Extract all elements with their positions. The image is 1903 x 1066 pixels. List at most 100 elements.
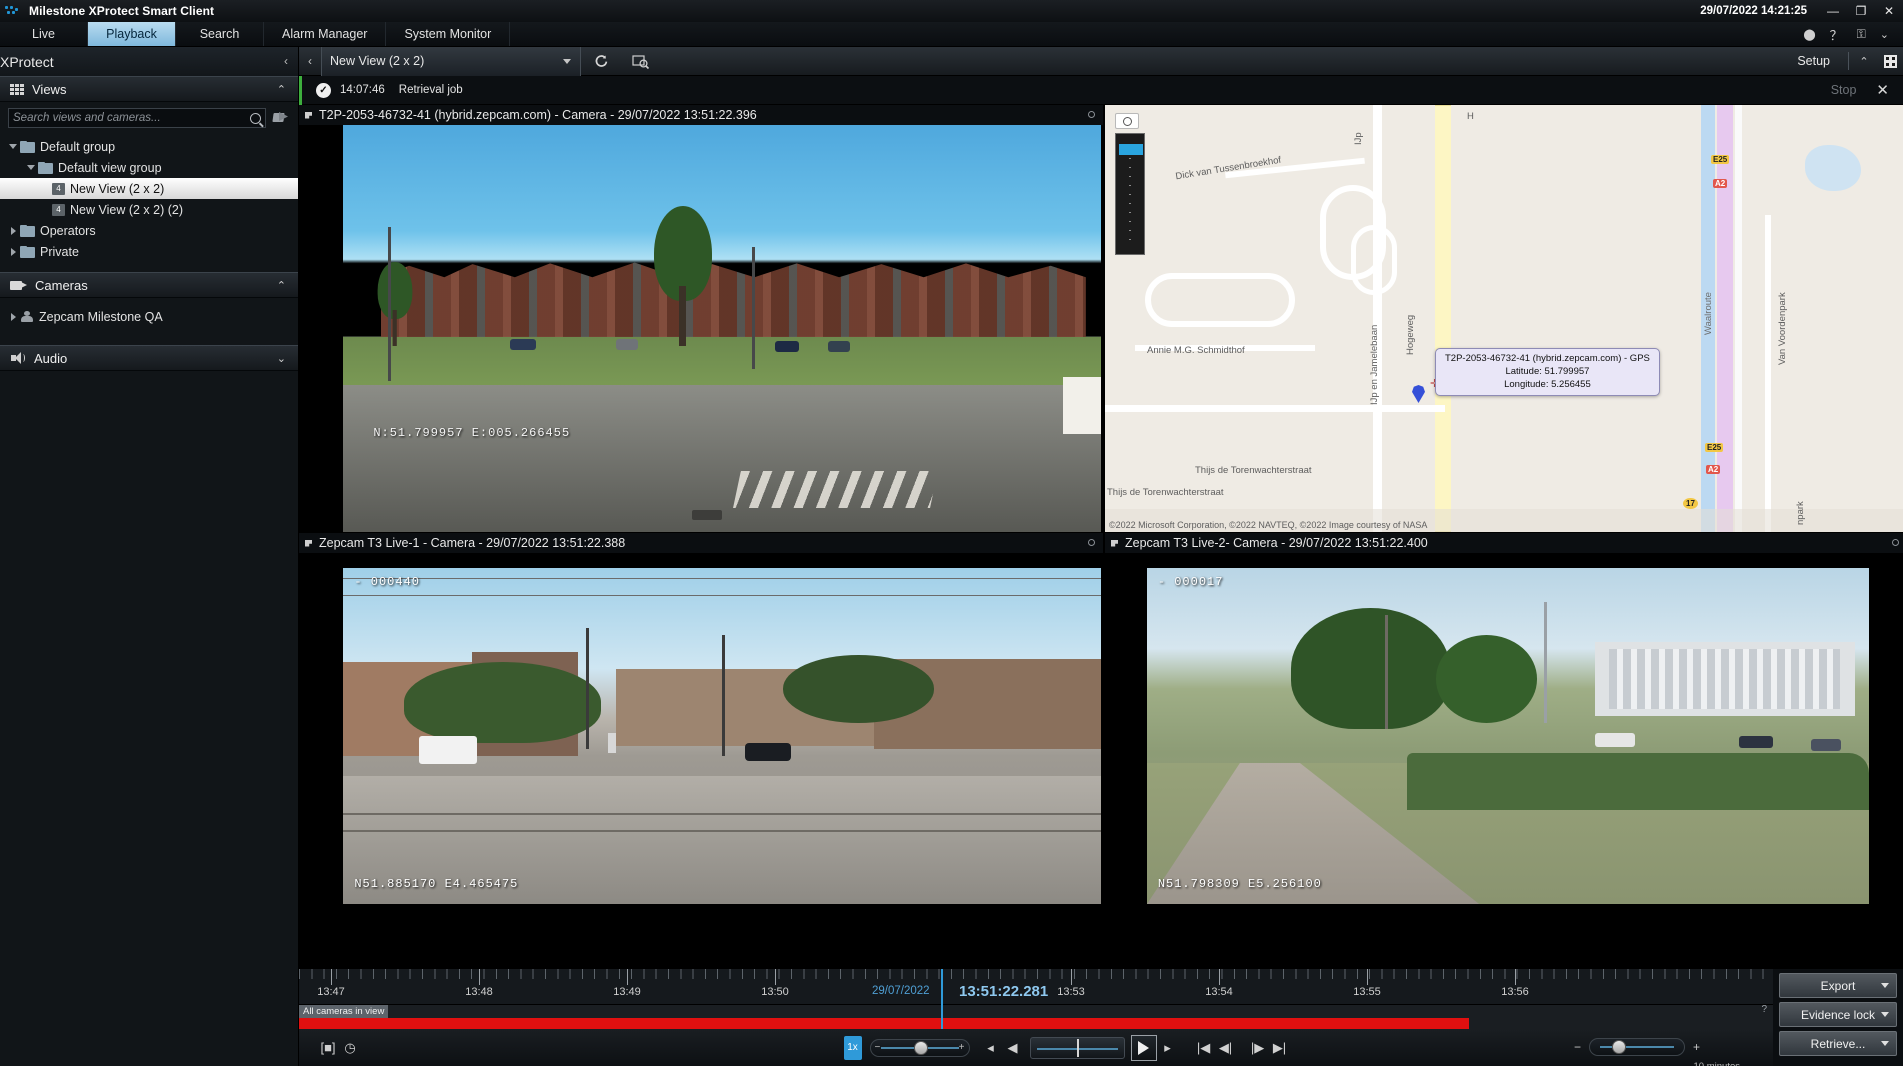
stop-button[interactable]: Stop <box>1831 83 1857 97</box>
tab-search[interactable]: Search <box>176 22 264 46</box>
export-button[interactable]: Export <box>1779 973 1897 998</box>
map-zoom-slider[interactable] <box>1115 133 1145 255</box>
map-label: Thijs de Torenwachterstraat <box>1195 465 1312 476</box>
toolbar-collapse-icon[interactable]: ⌃ <box>1851 47 1877 76</box>
tree-item-operators[interactable]: Operators <box>0 220 298 241</box>
twisty-right-icon[interactable] <box>6 247 20 256</box>
tree-item-default-group[interactable]: Default group <box>0 136 298 157</box>
minimize-button[interactable]: — <box>1819 0 1847 22</box>
tree-item-zepcam-milestone-qa[interactable]: Zepcam Milestone QA <box>0 306 298 327</box>
tree-item-default-view-group[interactable]: Default view group <box>0 157 298 178</box>
chevron-down-icon[interactable] <box>1881 983 1889 988</box>
setup-button[interactable]: Setup <box>1781 47 1846 76</box>
speed-slider[interactable]: − + <box>869 1038 970 1057</box>
tree-item-private[interactable]: Private <box>0 241 298 262</box>
next-small-icon[interactable]: ▸ <box>1157 1037 1179 1059</box>
tile-camera-3[interactable]: Zepcam T3 Live-1 - Camera - 29/07/2022 1… <box>299 533 1103 969</box>
tab-playback[interactable]: Playback <box>88 22 176 46</box>
time-navigation-icon[interactable]: ◷ <box>339 1037 361 1059</box>
timeline-zoom-knob[interactable] <box>1612 1040 1627 1054</box>
reverse-play-button[interactable]: ◀ <box>1002 1037 1024 1059</box>
tag-filter-icon[interactable] <box>272 110 290 126</box>
timeline-zoom-slider[interactable] <box>1589 1038 1686 1056</box>
reload-view-icon[interactable] <box>581 47 621 76</box>
timeline-track[interactable]: All cameras in view ? <box>299 1004 1773 1029</box>
next-sequence-button[interactable]: |▶ <box>1247 1037 1269 1059</box>
timeline-ruler[interactable]: 13:47 13:48 13:49 13:50 13:53 13:54 13:5… <box>299 969 1773 1005</box>
tile-3-video[interactable]: - 000440 N51.885170 E4.465475 <box>299 553 1103 969</box>
twisty-down-icon[interactable] <box>24 165 38 170</box>
timeline-playhead[interactable] <box>941 969 943 1005</box>
panel-collapse-icon[interactable]: ‹ <box>284 54 288 68</box>
cameras-section-header[interactable]: Cameras ⌃ <box>0 272 298 298</box>
timeline-playhead-track[interactable] <box>941 1005 943 1029</box>
audio-section-header[interactable]: Audio ⌄ <box>0 345 298 371</box>
tile-map[interactable]: ✛ T2P-2053-46732-41 (hybrid.zepcam.com) … <box>1105 105 1903 532</box>
evidence-lock-button[interactable]: Evidence lock <box>1779 1002 1897 1027</box>
playback-speed-badge[interactable]: 1x <box>843 1035 862 1060</box>
twisty-down-icon[interactable] <box>6 144 20 149</box>
tab-alarm-manager[interactable]: Alarm Manager <box>264 22 387 46</box>
chevron-down-icon[interactable] <box>1881 1012 1889 1017</box>
tree-item-new-view-2x2[interactable]: 4 New View (2 x 2) <box>0 178 298 199</box>
timeline-help-icon[interactable]: ? <box>1761 1004 1767 1015</box>
view-selector[interactable]: New View (2 x 2) <box>321 46 581 76</box>
play-button[interactable] <box>1130 1034 1157 1061</box>
tab-system-monitor[interactable]: System Monitor <box>386 22 511 46</box>
view-back-icon[interactable]: ‹ <box>299 54 321 68</box>
search-input[interactable] <box>13 112 250 124</box>
timeline-zoom-minus[interactable]: − <box>1574 1040 1581 1054</box>
tab-live[interactable]: Live <box>0 22 88 46</box>
connection-icon[interactable]: ⬤ <box>1803 28 1815 41</box>
twisty-right-icon[interactable] <box>6 312 20 321</box>
chevron-down-icon[interactable]: ⌄ <box>1880 28 1889 41</box>
close-button[interactable]: ✕ <box>1875 0 1903 22</box>
help-icon[interactable]: ？ <box>1830 25 1843 44</box>
map-canvas[interactable]: ✛ T2P-2053-46732-41 (hybrid.zepcam.com) … <box>1105 105 1903 532</box>
speed-slider-knob[interactable] <box>913 1040 928 1055</box>
cameras-chevron-icon[interactable]: ⌃ <box>277 279 286 292</box>
search-icon[interactable] <box>250 112 261 124</box>
timeline-tick-label: 13:49 <box>613 986 641 998</box>
chevron-down-icon[interactable] <box>563 58 571 64</box>
gps-pin-icon[interactable] <box>1412 385 1425 403</box>
search-view-icon[interactable] <box>621 47 661 76</box>
last-sequence-button[interactable]: ▶| <box>1269 1037 1291 1059</box>
map-view-toggle[interactable] <box>1115 113 1139 129</box>
retrieve-button[interactable]: Retrieve... <box>1779 1031 1897 1056</box>
close-icon[interactable]: ✕ <box>1876 81 1889 99</box>
jog-shuttle[interactable] <box>1029 1036 1125 1059</box>
speed-slider-plus[interactable]: + <box>959 1042 965 1053</box>
first-sequence-button[interactable]: |◀ <box>1193 1037 1215 1059</box>
tile-camera-1[interactable]: T2P-2053-46732-41 (hybrid.zepcam.com) - … <box>299 105 1103 532</box>
snapshot-icon[interactable]: [■] <box>317 1037 339 1059</box>
chevron-down-icon[interactable] <box>1881 1041 1889 1046</box>
timeline-recording-segment[interactable] <box>299 1018 1469 1029</box>
route-shield: 17 <box>1683 498 1698 509</box>
timeline-track-badge: All cameras in view <box>299 1005 389 1018</box>
tile-camera-4[interactable]: Zepcam T3 Live-2- Camera - 29/07/2022 13… <box>1105 533 1903 969</box>
tree-item-new-view-2x2-2[interactable]: 4 New View (2 x 2) (2) <box>0 199 298 220</box>
search-input-wrapper[interactable] <box>8 108 266 128</box>
prev-sequence-button[interactable]: ◀| <box>1215 1037 1237 1059</box>
camera-status-icon <box>1111 539 1118 547</box>
title-bar-right: 29/07/2022 14:21:25 — ❐ ✕ <box>1700 0 1903 22</box>
tile-1-video[interactable]: N:51.799957 E:005.266455 <box>299 125 1103 532</box>
key-icon[interactable]: ⚿ <box>1857 27 1866 42</box>
tree-item-label: New View (2 x 2) (2) <box>70 202 183 217</box>
views-chevron-icon[interactable]: ⌃ <box>277 83 286 96</box>
timeline-zoom-plus[interactable]: + <box>1693 1040 1700 1054</box>
speed-slider-minus[interactable]: − <box>875 1042 881 1053</box>
timeline-current-date: 29/07/2022 <box>872 985 930 997</box>
restore-button[interactable]: ❐ <box>1847 0 1875 22</box>
views-section-header[interactable]: Views ⌃ <box>0 76 298 102</box>
twisty-right-icon[interactable] <box>6 226 20 235</box>
fullscreen-icon[interactable] <box>1877 47 1903 76</box>
speaker-icon <box>10 352 26 364</box>
timeline-zoom-control[interactable]: − + 10 minutes <box>1574 1032 1744 1066</box>
audio-chevron-icon[interactable]: ⌄ <box>277 352 286 365</box>
prev-small-icon[interactable]: ◂ <box>980 1037 1002 1059</box>
tile-4-video[interactable]: - 000017 N51.798309 E5.256100 <box>1105 553 1903 969</box>
cameras-section-label: Cameras <box>35 277 88 293</box>
timeline-tick-label: 13:48 <box>465 986 493 998</box>
